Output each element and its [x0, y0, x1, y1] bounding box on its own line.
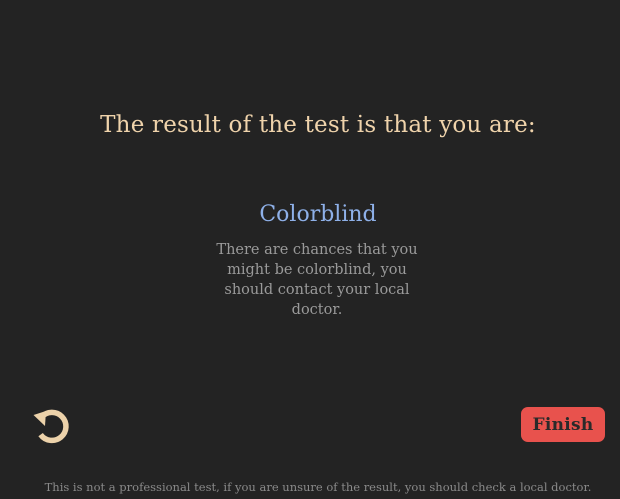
result-headline: The result of the test is that you are: [100, 112, 536, 138]
restart-icon [33, 409, 69, 444]
result-title: Colorblind [259, 202, 377, 227]
result-description: There are chances that you might be colo… [216, 242, 418, 318]
restart-button[interactable] [31, 405, 71, 445]
finish-button[interactable]: Finish [521, 407, 605, 442]
disclaimer-text: This is not a professional test, if you … [44, 480, 592, 494]
